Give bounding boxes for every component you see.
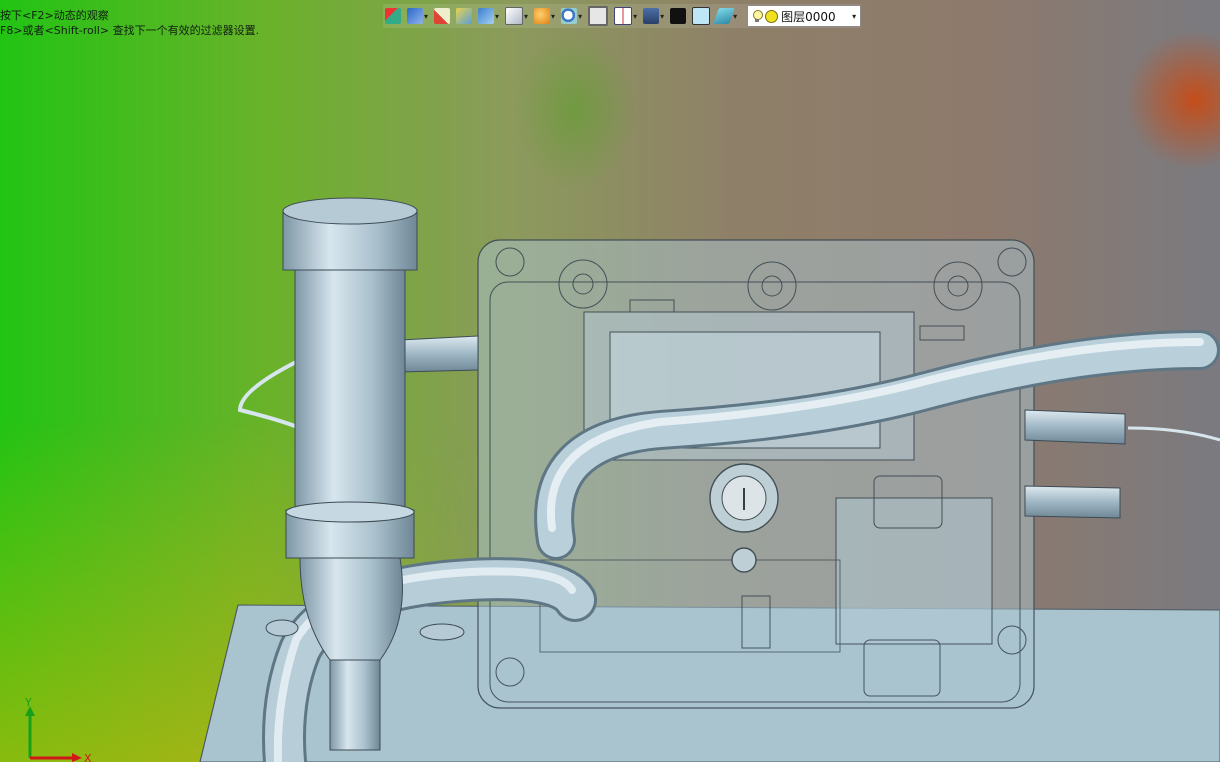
save-icon — [407, 8, 423, 24]
blue-cube-icon — [478, 8, 495, 24]
chevron-down-icon[interactable]: ▾ — [424, 12, 428, 21]
split-view-button[interactable]: ▾ — [612, 5, 639, 27]
lightbulb-icon[interactable] — [752, 10, 764, 22]
zoom-icon — [561, 8, 578, 24]
save-view-button[interactable]: ▾ — [405, 5, 430, 27]
chevron-down-icon[interactable]: ▾ — [578, 12, 582, 21]
brush-button[interactable] — [432, 5, 452, 27]
chevron-down-icon[interactable]: ▾ — [524, 12, 528, 21]
layers-icon — [713, 8, 736, 24]
view-toolbar: ▾ ▾ ▾ ▾ ▾ ▾ ▾ ▾ 图层0000 ▾ — [383, 4, 862, 28]
exit-button[interactable] — [383, 5, 403, 27]
monitor-icon — [643, 8, 660, 24]
layer-name: 图层0000 — [781, 9, 836, 24]
chevron-down-icon[interactable]: ▾ — [633, 12, 637, 21]
exit-icon — [385, 8, 401, 24]
chevron-down-icon[interactable]: ▾ — [733, 12, 737, 21]
white-cube-button[interactable]: ▾ — [503, 5, 530, 27]
chevron-down-icon[interactable]: ▾ — [495, 12, 499, 21]
frame-icon — [588, 6, 609, 26]
sphere-button[interactable]: ▾ — [532, 5, 557, 27]
line-style-button[interactable] — [668, 5, 688, 27]
zoom-button[interactable]: ▾ — [559, 5, 584, 27]
layer-dropdown[interactable]: 图层0000 ▾ — [747, 5, 862, 27]
chevron-down-icon[interactable]: ▾ — [660, 12, 664, 21]
white-cube-icon — [505, 7, 524, 25]
chevron-down-icon[interactable]: ▾ — [551, 12, 555, 21]
monitor-button[interactable]: ▾ — [641, 5, 666, 27]
axis-triad: Y X — [24, 698, 92, 762]
chevron-down-icon[interactable]: ▾ — [852, 12, 856, 21]
sphere-icon — [534, 8, 551, 24]
color-square-icon — [692, 7, 711, 25]
brush-icon — [434, 8, 451, 24]
hint-line: F8>或者<Shift-roll> 查找下一个有效的过滤器设置. — [0, 24, 260, 37]
layer-color-icon — [765, 9, 779, 23]
cad-model[interactable] — [0, 0, 1220, 762]
shaded-cube-button[interactable] — [454, 5, 474, 27]
x-axis-label: X — [84, 752, 92, 762]
y-axis-label: Y — [24, 698, 32, 709]
frame-button[interactable] — [586, 5, 610, 27]
color-square-button[interactable] — [690, 5, 712, 27]
split-view-icon — [614, 7, 633, 25]
line-style-icon — [670, 8, 687, 24]
shaded-cube-icon — [456, 8, 473, 24]
status-hints: 按下<F2>动态的观察 F8>或者<Shift-roll> 查找下一个有效的过滤… — [0, 8, 259, 38]
3d-viewport[interactable]: 按下<F2>动态的观察 F8>或者<Shift-roll> 查找下一个有效的过滤… — [0, 0, 1220, 762]
hint-line: 按下<F2>动态的观察 — [0, 9, 109, 22]
blue-cube-button[interactable]: ▾ — [476, 5, 501, 27]
layers-button[interactable]: ▾ — [713, 5, 739, 27]
